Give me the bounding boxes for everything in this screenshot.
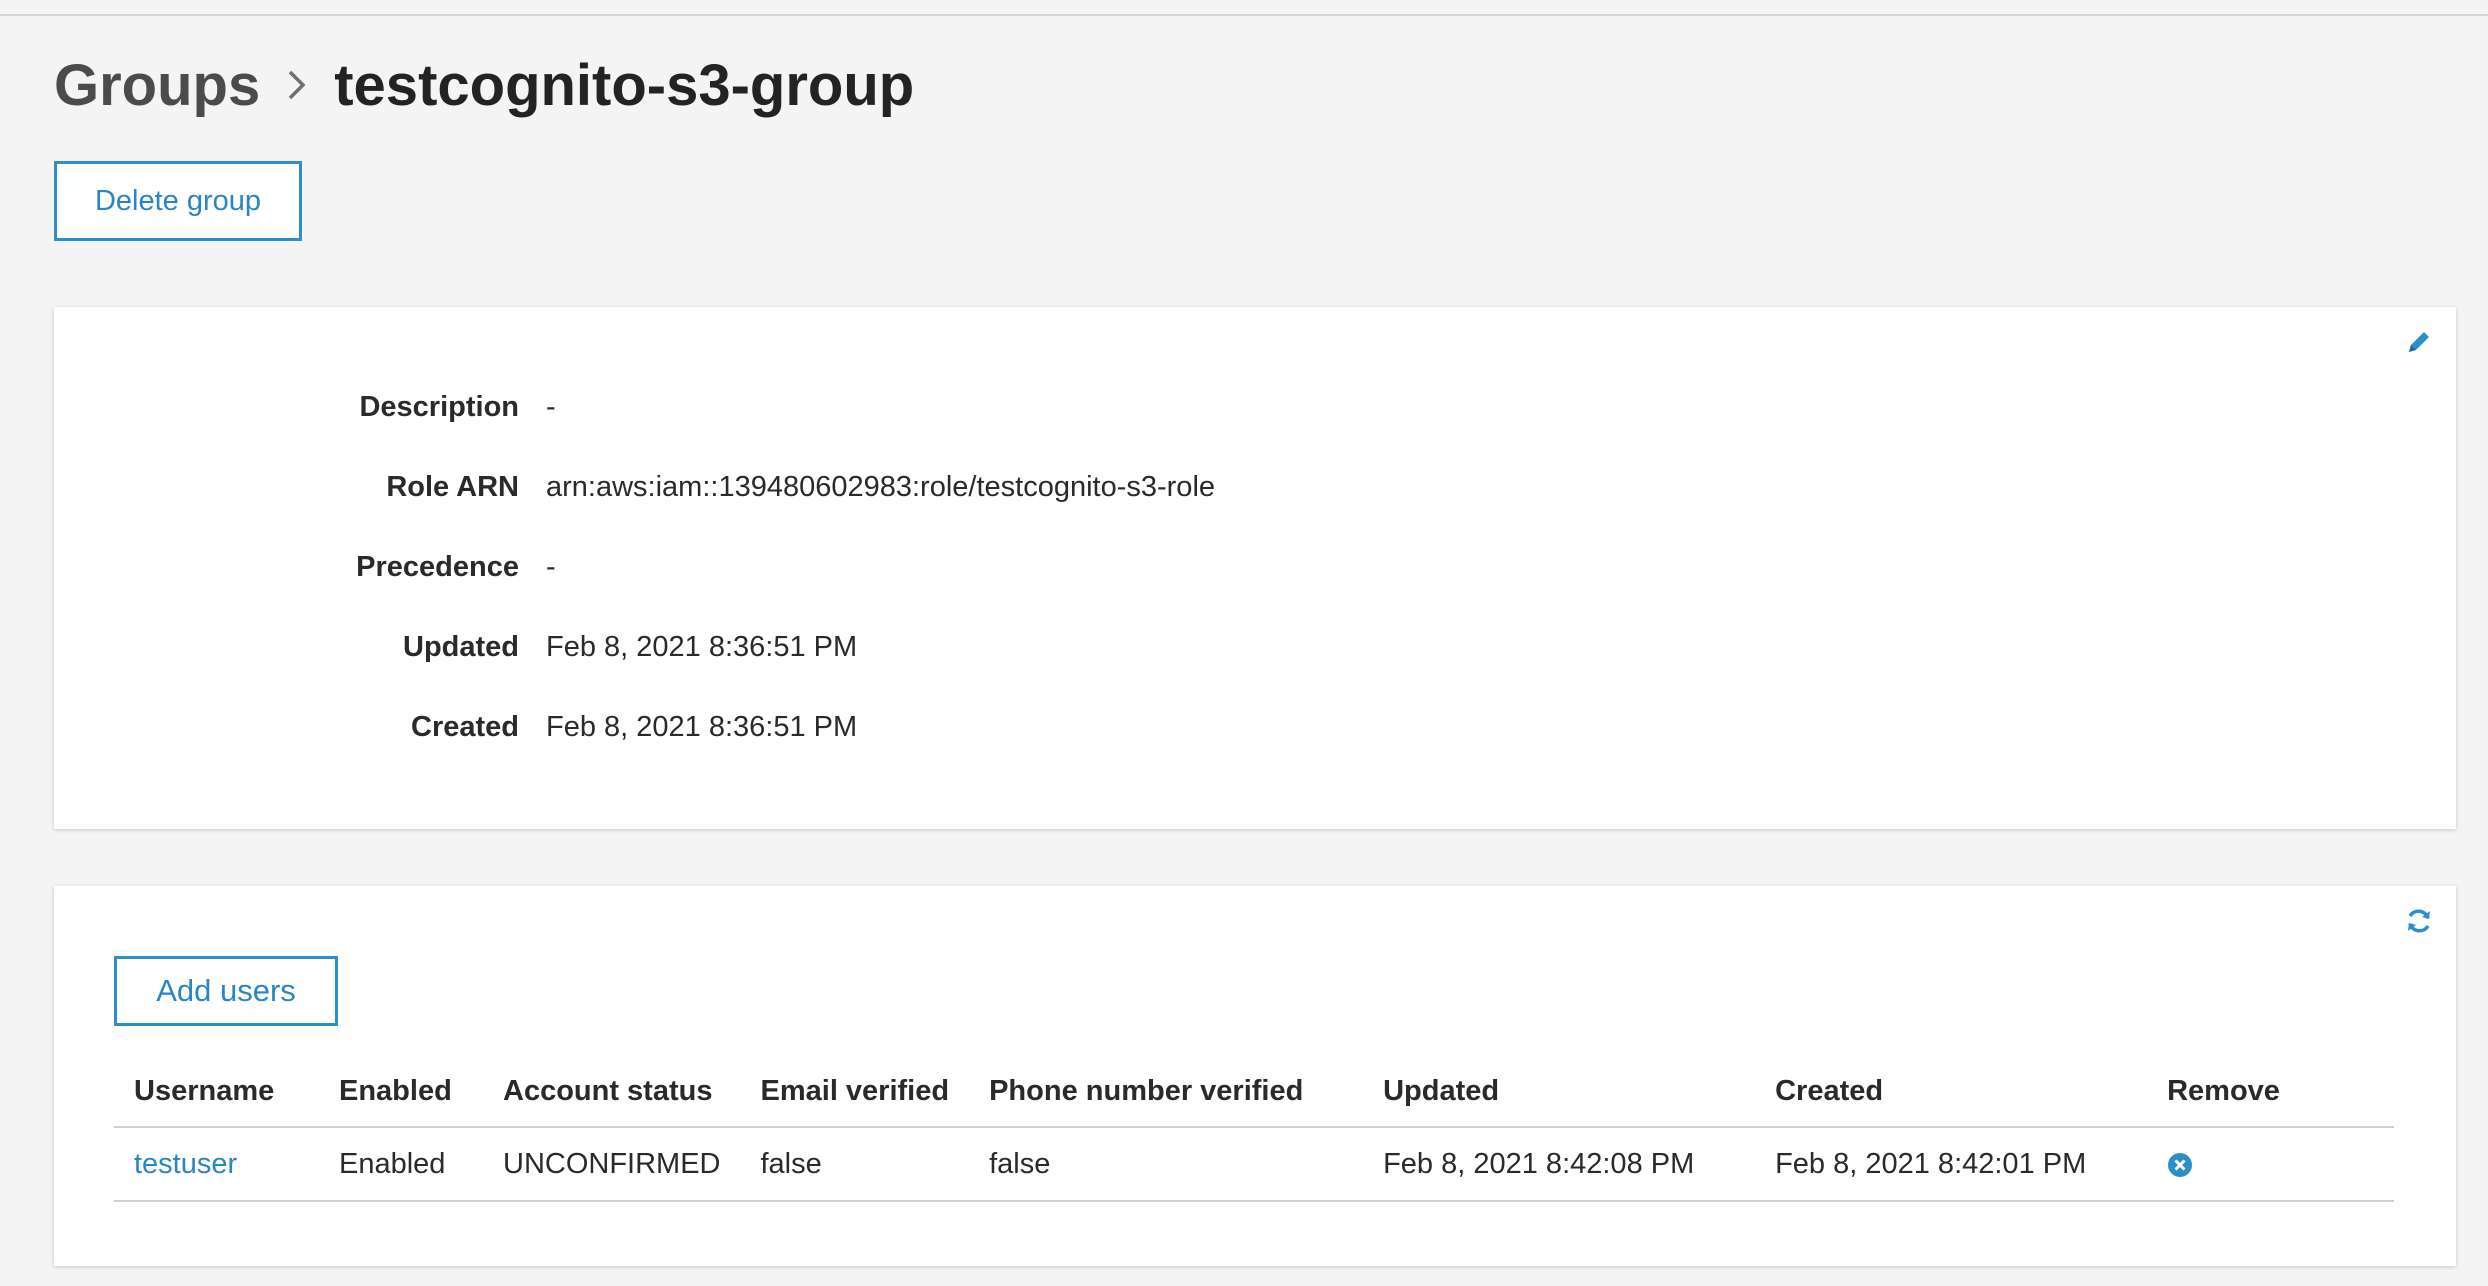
breadcrumb-groups-link[interactable]: Groups (54, 52, 260, 119)
table-row: testuser Enabled UNCONFIRMED false false… (114, 1127, 2394, 1202)
column-header-email-verified[interactable]: Email verified (740, 1056, 970, 1128)
top-divider (0, 0, 2488, 16)
pencil-icon[interactable] (2404, 327, 2434, 357)
group-users-panel: Add users Username Enabled Account statu… (54, 886, 2456, 1266)
detail-label: Updated (403, 630, 519, 663)
breadcrumb: Groups testcognito-s3-group (54, 50, 914, 120)
detail-value: - (546, 550, 556, 583)
account-status-cell: UNCONFIRMED (483, 1127, 741, 1202)
enabled-cell: Enabled (319, 1127, 483, 1202)
remove-user-icon[interactable] (2167, 1152, 2193, 1178)
detail-label: Created (411, 710, 519, 743)
refresh-icon[interactable] (2404, 906, 2434, 936)
detail-precedence: Precedence - (54, 547, 556, 587)
detail-description: Description - (54, 387, 556, 427)
detail-value: Feb 8, 2021 8:36:51 PM (546, 630, 858, 663)
detail-created: Created Feb 8, 2021 8:36:51 PM (54, 707, 857, 747)
email-verified-cell: false (740, 1127, 970, 1202)
column-header-created[interactable]: Created (1755, 1056, 2148, 1128)
detail-value: - (546, 390, 556, 423)
detail-label: Role ARN (386, 470, 519, 503)
users-table: Username Enabled Account status Email ve… (114, 1056, 2394, 1202)
add-users-button[interactable]: Add users (114, 956, 338, 1026)
column-header-phone-verified[interactable]: Phone number verified (969, 1056, 1364, 1128)
detail-value: Feb 8, 2021 8:36:51 PM (546, 710, 858, 743)
chevron-right-icon (286, 68, 308, 102)
group-details-panel: Description - Role ARN arn:aws:iam::1394… (54, 307, 2456, 829)
detail-updated: Updated Feb 8, 2021 8:36:51 PM (54, 627, 857, 667)
table-header-row: Username Enabled Account status Email ve… (114, 1056, 2394, 1128)
delete-group-button[interactable]: Delete group (54, 161, 302, 241)
phone-verified-cell: false (969, 1127, 1364, 1202)
detail-role-arn: Role ARN arn:aws:iam::139480602983:role/… (54, 467, 1215, 507)
detail-label: Precedence (356, 550, 519, 583)
detail-value: arn:aws:iam::139480602983:role/testcogni… (546, 470, 1216, 503)
column-header-updated[interactable]: Updated (1363, 1056, 1756, 1128)
column-header-account-status[interactable]: Account status (483, 1056, 741, 1128)
remove-cell (2147, 1127, 2394, 1202)
column-header-enabled[interactable]: Enabled (319, 1056, 483, 1128)
column-header-username[interactable]: Username (114, 1056, 319, 1128)
created-cell: Feb 8, 2021 8:42:01 PM (1755, 1127, 2148, 1202)
updated-cell: Feb 8, 2021 8:42:08 PM (1363, 1127, 1756, 1202)
column-header-remove: Remove (2147, 1056, 2394, 1128)
page-title: testcognito-s3-group (334, 52, 915, 118)
detail-label: Description (359, 390, 519, 423)
username-link[interactable]: testuser (134, 1148, 237, 1180)
